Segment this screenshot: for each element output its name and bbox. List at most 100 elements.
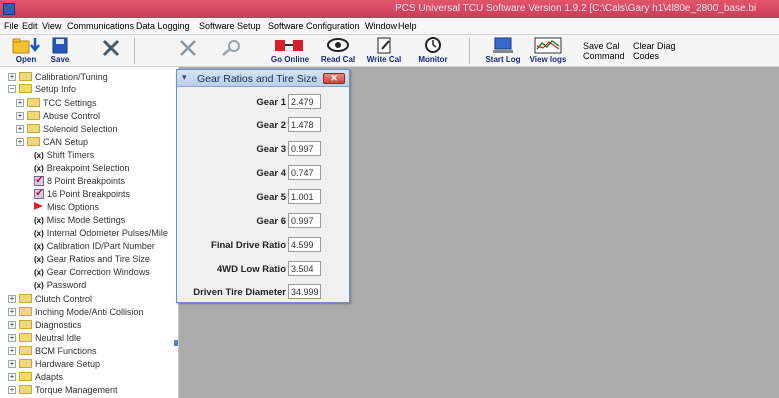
go-online-button[interactable]: Go Online <box>268 37 312 65</box>
tools-disabled-button[interactable] <box>175 37 201 65</box>
final-drive-ratio-input[interactable]: 4.599 <box>288 237 321 252</box>
wrench-icon <box>180 40 196 56</box>
gear-6-input[interactable]: 0.997 <box>288 213 321 228</box>
folder-icon <box>19 320 32 329</box>
menu-software-setup[interactable]: Software Setup <box>199 21 261 31</box>
menu-file[interactable]: File <box>4 21 19 31</box>
gear-1-input[interactable]: 2.479 <box>288 94 321 109</box>
read-cal-button[interactable]: Read Cal <box>320 37 356 65</box>
folder-icon <box>19 385 32 394</box>
tree-item-setup-info[interactable]: − Setup Info <box>4 83 76 95</box>
tree-item-solenoid-selection[interactable]: + Solenoid Selection <box>12 123 118 135</box>
wrench-screwdriver-icon <box>102 39 120 57</box>
window-title: PCS Universal TCU Software Version 1.9.2… <box>395 3 757 14</box>
tree-item-misc-mode-settings[interactable]: (x) Misc Mode Settings <box>34 214 125 226</box>
menu-bar: File Edit View Communications Data Loggi… <box>0 18 779 35</box>
4wd-low-ratio-row: 4WD Low Ratio 3.504 <box>177 261 349 277</box>
tree-item-neutral-idle[interactable]: + Neutral Idle <box>4 332 81 344</box>
final-drive-ratio-label: Final Drive Ratio <box>211 240 286 251</box>
tree-item-gear-ratios[interactable]: (x) Gear Ratios and Tire Size <box>34 253 150 265</box>
tree-item-inching-mode[interactable]: + Inching Mode/Anti Collision <box>4 306 144 318</box>
tree-item-adapts[interactable]: + Adapts <box>4 371 63 383</box>
splitter-handle[interactable] <box>174 340 178 346</box>
tree-item-16-point-breakpoints[interactable]: 16 Point Breakpoints <box>34 187 130 200</box>
gear-4-label: Gear 4 <box>256 168 286 179</box>
monitor-label: Monitor <box>418 55 448 64</box>
menu-software-configuration[interactable]: Software Configuration <box>268 21 360 31</box>
tree-item-breakpoint-selection[interactable]: (x) Breakpoint Selection <box>34 162 129 174</box>
tree-item-shift-timers[interactable]: (x) Shift Timers <box>34 149 94 161</box>
menu-view[interactable]: View <box>42 21 61 31</box>
expand-icon[interactable]: + <box>8 334 16 342</box>
expand-icon[interactable]: + <box>16 112 24 120</box>
save-cal-command-button[interactable]: Save Cal Command <box>583 37 629 65</box>
collapse-icon[interactable]: − <box>8 85 16 93</box>
gear-5-label: Gear 5 <box>256 192 286 203</box>
gear-4-input[interactable]: 0.747 <box>288 165 321 180</box>
tree-item-8-point-breakpoints[interactable]: 8 Point Breakpoints <box>34 174 125 187</box>
gear-2-input[interactable]: 1.478 <box>288 117 321 132</box>
menu-communications[interactable]: Communications <box>67 21 134 31</box>
driven-tire-diameter-label: Driven Tire Diameter <box>193 287 286 298</box>
expand-icon[interactable]: + <box>16 138 24 146</box>
save-label: Save <box>50 55 70 64</box>
expand-icon[interactable]: + <box>8 295 16 303</box>
expand-icon[interactable]: + <box>8 360 16 368</box>
view-logs-button[interactable]: View logs <box>528 37 568 65</box>
navigation-tree: + Calibration/Tuning − Setup Info + TCC … <box>0 67 179 398</box>
gear-5-input[interactable]: 1.001 <box>288 189 321 204</box>
expand-icon[interactable]: + <box>16 125 24 133</box>
settings-disabled-button[interactable] <box>218 37 246 65</box>
write-document-icon <box>377 37 391 54</box>
gear-1-row: Gear 1 2.479 <box>177 94 349 110</box>
expand-icon[interactable]: + <box>8 308 16 316</box>
expand-icon[interactable]: + <box>8 386 16 394</box>
open-button[interactable]: Open <box>8 37 44 65</box>
tree-item-bcm-functions[interactable]: + BCM Functions <box>4 345 97 357</box>
tree-item-can-setup[interactable]: + CAN Setup <box>12 136 88 148</box>
expand-icon[interactable]: + <box>8 347 16 355</box>
menu-help[interactable]: Help <box>398 21 417 31</box>
save-button[interactable]: Save <box>48 37 72 65</box>
expand-icon[interactable]: + <box>8 373 16 381</box>
tree-item-gear-correction[interactable]: (x) Gear Correction Windows <box>34 266 150 278</box>
clear-diag-codes-label: Codes <box>633 51 660 61</box>
setting-marker-icon: (x) <box>34 242 44 251</box>
clear-diag-codes-button[interactable]: Clear Diag Codes <box>633 37 685 65</box>
tree-item-internal-odometer[interactable]: (x) Internal Odometer Pulses/Mile <box>34 227 168 239</box>
menu-window[interactable]: Window <box>365 21 397 31</box>
toolbar-separator <box>469 38 470 64</box>
monitor-button[interactable]: Monitor <box>414 37 452 65</box>
tree-item-hardware-setup[interactable]: + Hardware Setup <box>4 358 100 370</box>
folder-icon <box>19 359 32 368</box>
app-icon[interactable] <box>3 3 15 15</box>
start-log-button[interactable]: Start Log <box>482 37 524 65</box>
tools-button[interactable] <box>98 37 124 65</box>
chevron-down-icon[interactable]: ▾ <box>182 72 187 83</box>
eye-icon <box>327 38 349 52</box>
folder-icon <box>19 333 32 342</box>
menu-data-logging[interactable]: Data Logging <box>136 21 190 31</box>
tree-item-calibration-id[interactable]: (x) Calibration ID/Part Number <box>34 240 155 252</box>
expand-icon[interactable]: + <box>8 321 16 329</box>
tree-item-calibration-tuning[interactable]: + Calibration/Tuning <box>4 71 108 83</box>
tree-item-diagnostics[interactable]: + Diagnostics <box>4 319 82 331</box>
tree-item-tcc-settings[interactable]: + TCC Settings <box>12 97 97 109</box>
menu-edit[interactable]: Edit <box>22 21 38 31</box>
expand-icon[interactable]: + <box>16 99 24 107</box>
checkmark-icon <box>34 187 44 199</box>
tree-item-clutch-control[interactable]: + Clutch Control <box>4 293 92 305</box>
tree-item-torque-management[interactable]: + Torque Management <box>4 384 118 396</box>
folder-icon <box>27 111 40 120</box>
tree-item-password[interactable]: (x) Password <box>34 279 86 291</box>
tree-item-abuse-control[interactable]: + Abuse Control <box>12 110 100 122</box>
gear-3-input[interactable]: 0.997 <box>288 141 321 156</box>
tree-item-misc-options[interactable]: Misc Options <box>34 201 99 213</box>
expand-icon[interactable]: + <box>8 73 16 81</box>
dialog-title-bar[interactable]: ▾ Gear Ratios and Tire Size ✕ <box>177 70 349 87</box>
open-label: Open <box>15 55 37 64</box>
4wd-low-ratio-input[interactable]: 3.504 <box>288 261 321 276</box>
close-button[interactable]: ✕ <box>323 73 345 84</box>
write-cal-button[interactable]: Write Cal <box>366 37 402 65</box>
driven-tire-diameter-input[interactable]: 34.999 <box>288 284 321 299</box>
